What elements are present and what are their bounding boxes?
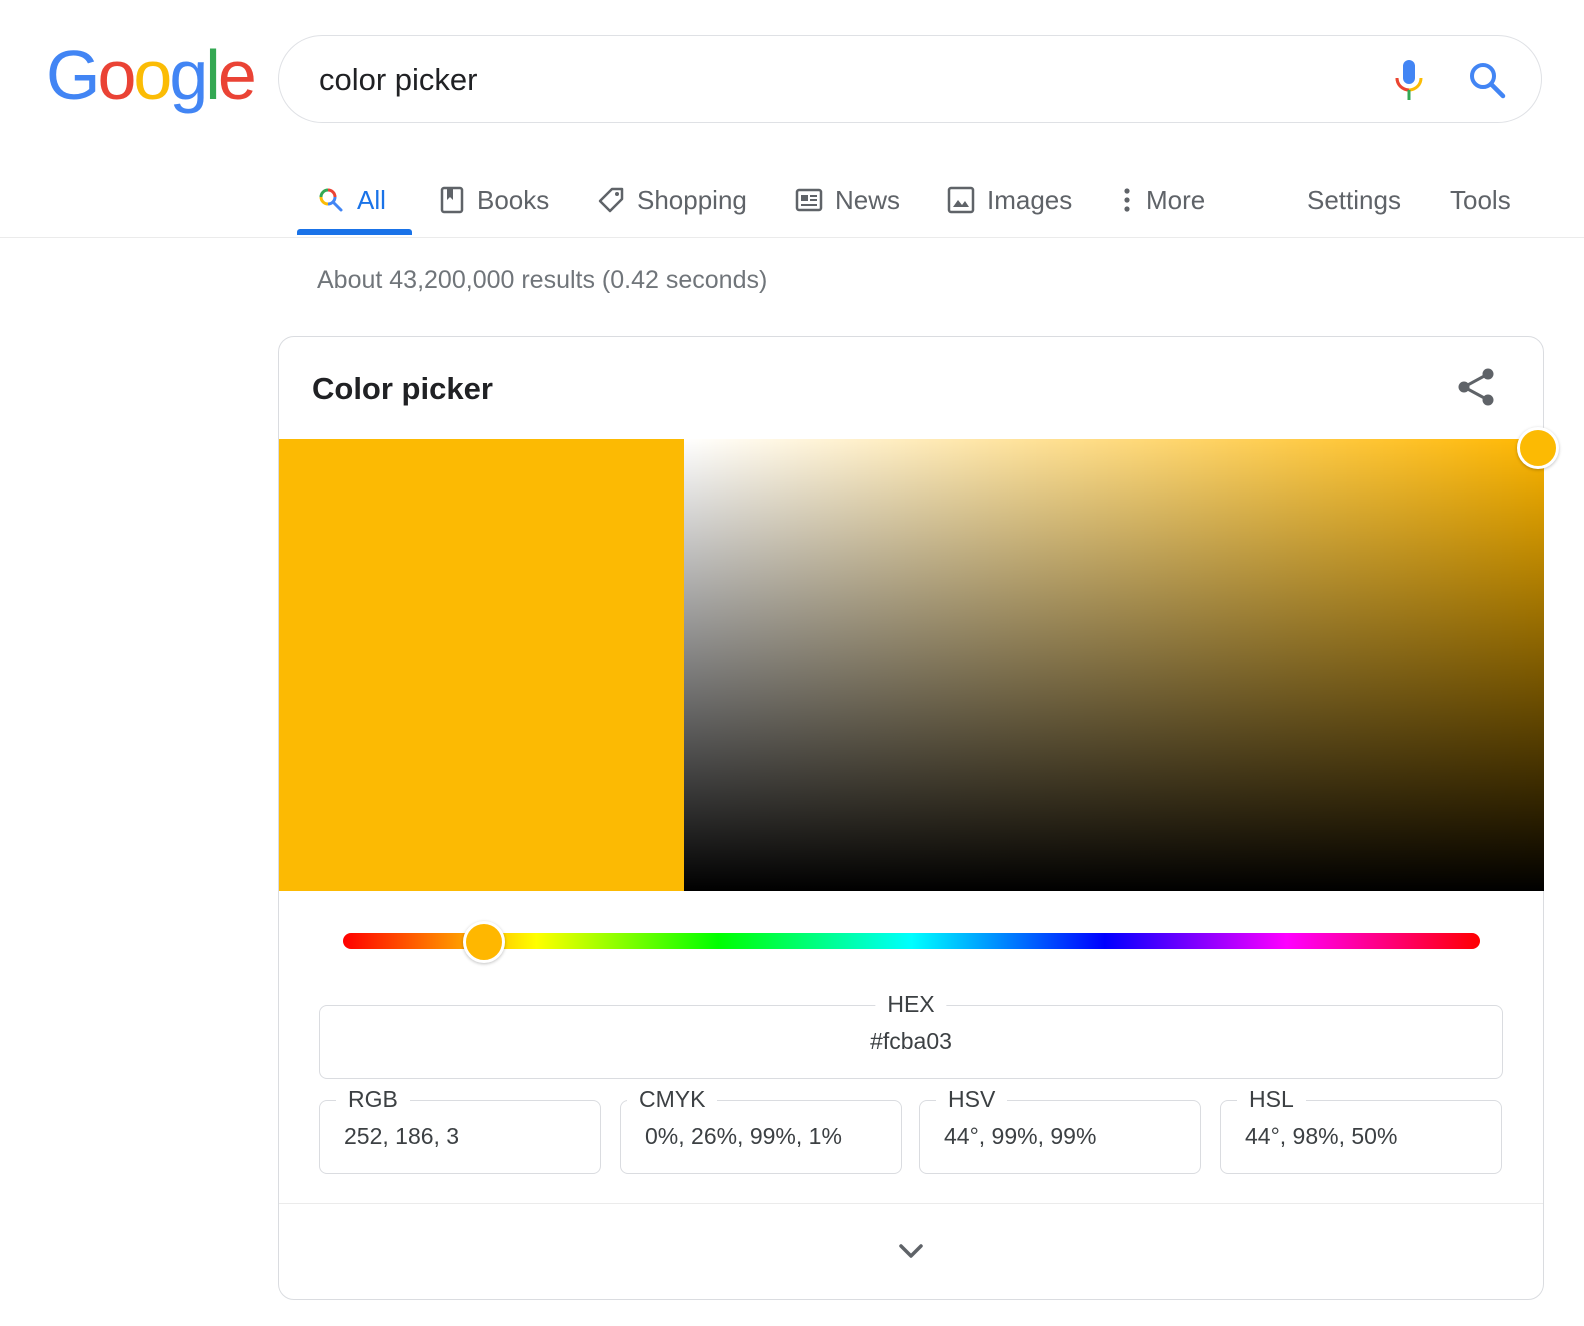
hue-slider-track[interactable] bbox=[343, 933, 1480, 949]
tab-more[interactable]: More bbox=[1120, 165, 1205, 235]
hue-slider-handle[interactable] bbox=[463, 921, 505, 963]
share-icon[interactable] bbox=[1455, 365, 1499, 409]
search-icon[interactable] bbox=[1465, 58, 1509, 102]
microphone-icon[interactable] bbox=[1389, 58, 1429, 102]
rgb-field: RGB bbox=[319, 1085, 601, 1174]
tab-images[interactable]: Images bbox=[947, 165, 1072, 235]
tab-news[interactable]: News bbox=[795, 165, 900, 235]
tab-label: Settings bbox=[1307, 184, 1401, 215]
result-stats: About 43,200,000 results (0.42 seconds) bbox=[317, 266, 768, 294]
card-title: Color picker bbox=[312, 371, 493, 406]
sv-black-gradient bbox=[684, 439, 1544, 891]
logo-letter-o1: o bbox=[97, 36, 136, 114]
chevron-down-icon[interactable] bbox=[895, 1235, 927, 1267]
card-divider bbox=[279, 1203, 1543, 1204]
tab-settings[interactable]: Settings bbox=[1307, 165, 1401, 235]
cmyk-label: CMYK bbox=[627, 1085, 718, 1113]
book-icon bbox=[440, 186, 464, 214]
hex-field: HEX bbox=[319, 990, 1503, 1079]
search-box[interactable] bbox=[278, 35, 1542, 123]
saturation-value-area[interactable] bbox=[684, 439, 1544, 891]
hsl-input[interactable] bbox=[1245, 1123, 1485, 1150]
tab-books[interactable]: Books bbox=[439, 165, 549, 235]
logo-letter-e: e bbox=[217, 36, 257, 114]
hex-input[interactable] bbox=[320, 1028, 1502, 1055]
hex-label: HEX bbox=[875, 990, 947, 1018]
cmyk-input[interactable] bbox=[645, 1123, 885, 1150]
logo-letter-o2: o bbox=[133, 36, 172, 114]
color-picker-card: Color picker HEX RGB CMYK HSV HSL bbox=[278, 336, 1559, 1300]
logo-letter-g2: g bbox=[169, 36, 208, 114]
tab-label: Books bbox=[477, 184, 550, 215]
tag-icon bbox=[598, 187, 624, 213]
rgb-label: RGB bbox=[336, 1085, 410, 1113]
tab-label: All bbox=[357, 184, 386, 215]
hsv-label: HSV bbox=[936, 1085, 1008, 1113]
tab-shopping[interactable]: Shopping bbox=[597, 165, 747, 235]
tab-all[interactable]: All bbox=[317, 165, 386, 235]
tab-label: News bbox=[835, 184, 901, 215]
hsv-field: HSV bbox=[919, 1085, 1201, 1174]
rgb-input[interactable] bbox=[344, 1123, 584, 1150]
search-input[interactable] bbox=[319, 58, 1319, 102]
hsl-field: HSL bbox=[1220, 1085, 1502, 1174]
tab-label: Images bbox=[987, 184, 1073, 215]
cmyk-field: CMYK bbox=[620, 1085, 902, 1174]
tab-label: More bbox=[1146, 184, 1206, 215]
tab-label: Shopping bbox=[637, 184, 747, 215]
active-tab-indicator bbox=[297, 229, 412, 235]
google-logo[interactable]: Google bbox=[46, 36, 257, 114]
saturation-value-handle[interactable] bbox=[1517, 427, 1559, 469]
news-icon bbox=[795, 188, 823, 212]
color-preview-swatch bbox=[279, 439, 684, 891]
search-icon bbox=[319, 188, 343, 212]
hsl-label: HSL bbox=[1237, 1085, 1306, 1113]
more-vert-icon bbox=[1124, 188, 1130, 212]
logo-letter-g: G bbox=[46, 36, 100, 114]
image-icon bbox=[947, 186, 975, 214]
tab-label: Tools bbox=[1450, 184, 1511, 215]
hsv-input[interactable] bbox=[944, 1123, 1184, 1150]
search-tabs: All Books Shopping News Images More Sett… bbox=[0, 165, 1584, 238]
tab-tools[interactable]: Tools bbox=[1450, 165, 1511, 235]
logo-letter-l: l bbox=[205, 36, 220, 114]
